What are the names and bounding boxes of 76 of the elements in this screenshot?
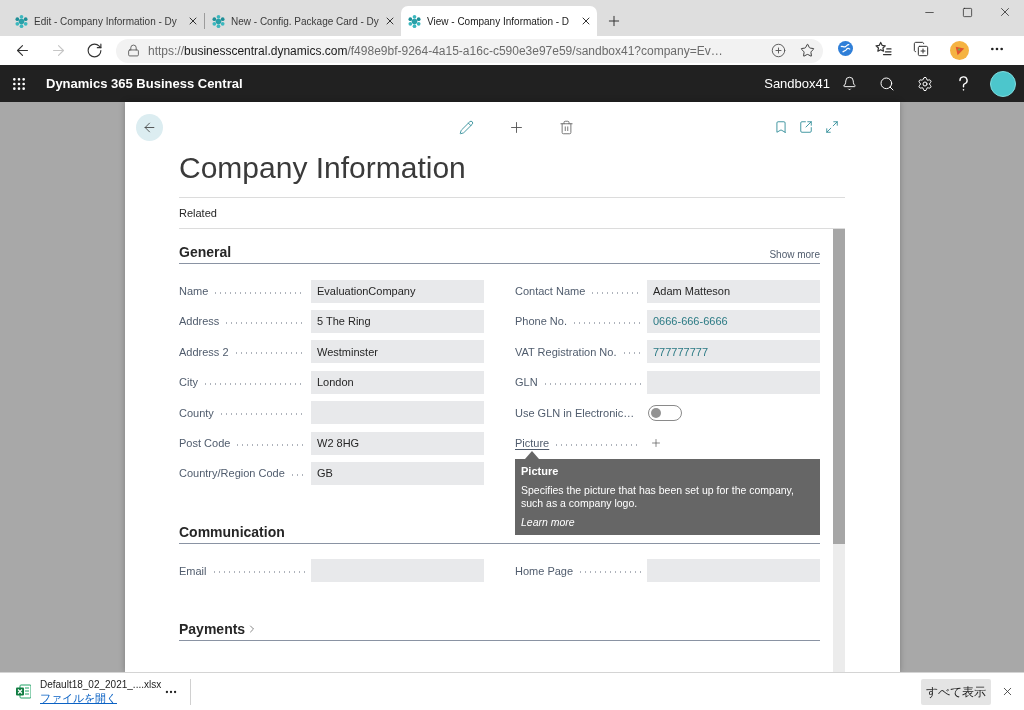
field-label: GLN [515,375,538,391]
section-header[interactable]: Payments [179,619,259,640]
notifications-icon[interactable] [841,76,857,91]
plus-circle-icon[interactable] [771,43,786,58]
app-launcher-icon[interactable] [11,75,27,92]
text-field[interactable]: London [311,370,484,394]
spreadsheet-file-icon [16,684,31,699]
app-logo-icon [15,14,28,28]
text-field[interactable]: 5 The Ring [311,310,484,334]
text-field[interactable]: Adam Matteson [647,279,820,303]
close-tab-icon[interactable] [384,15,396,27]
download-file-name: Default18_02_2021_....xlsx [40,677,162,691]
expand-icon[interactable] [825,120,839,134]
field-label: Address 2 [179,344,229,360]
browser-tab[interactable]: View - Company Information - D [401,6,597,36]
app-logo-icon [212,14,225,28]
text-field[interactable]: EvaluationCompany [311,279,484,303]
text-field[interactable]: 0666-666-6666 [647,310,820,334]
tooltip-text: Specifies the picture that has been set up for the company, such as a company logo. [521,483,795,510]
favorites-list-icon[interactable] [874,41,892,56]
text-field[interactable]: 777777777 [647,340,820,364]
globe-icon[interactable] [837,41,853,56]
new-tab-icon[interactable] [606,13,622,29]
browser-tab[interactable]: New - Config. Package Card - Dy [205,6,401,36]
lock-icon[interactable] [127,44,140,57]
address-field[interactable]: https://businesscentral.dynamics.com/f498e9bf-9264-4a15-a16c-c590e3e97e59/sandbox41?company=Ev… [116,38,823,63]
field-label: Country/Region Code [179,466,285,482]
share-icon[interactable] [799,120,813,134]
delete-icon[interactable] [558,119,574,135]
scrollbar-thumb[interactable] [833,229,845,544]
add-picture-icon[interactable] [650,437,662,450]
help-icon[interactable] [957,75,969,92]
field-label: Email [179,563,207,579]
profile-icon[interactable] [949,41,969,60]
toggle-switch[interactable] [648,404,682,421]
field-label: County [179,405,214,421]
learn-more-link[interactable]: Learn more [521,514,575,529]
tooltip-title: Picture [521,463,559,479]
field-label: Use GLN in Electronic… [515,405,635,421]
text-field[interactable]: W2 8HG [311,431,484,455]
search-icon[interactable] [879,75,895,92]
browser-tab[interactable]: Edit - Company Information - Dy [8,6,204,36]
field-label: Post Code [179,435,231,451]
text-field[interactable]: Westminster [311,340,484,364]
show-all-button[interactable]: すべて表示 [921,678,991,705]
close-tab-icon[interactable] [580,15,592,27]
close-icon[interactable] [998,5,1012,19]
settings-icon[interactable] [917,75,933,92]
show-more-link[interactable]: Show more [769,248,820,262]
maximize-icon[interactable] [961,6,973,18]
app-title[interactable]: Dynamics 365 Business Central [46,73,243,94]
avatar-icon[interactable] [990,70,1016,97]
field-label: Phone No. [515,314,567,330]
text-field[interactable]: GB [311,462,484,486]
section-header[interactable]: Communication [179,521,285,542]
environment-name[interactable]: Sandbox41 [764,73,830,94]
open-file-link[interactable]: ファイルを開く [40,690,117,706]
edit-icon[interactable] [458,119,474,135]
field-label: Contact Name [515,283,586,299]
section-header[interactable]: General [179,242,232,262]
collections-icon[interactable] [913,41,929,57]
favorite-star-icon[interactable] [800,43,815,58]
field-label: City [179,375,198,391]
close-icon[interactable] [1001,685,1014,698]
page-title: Company Information [179,150,466,186]
refresh-icon[interactable] [85,42,103,59]
field-label: Address [179,314,220,330]
field-label: VAT Registration No. [515,344,617,360]
field-label[interactable]: Picture [515,434,550,452]
related-menu[interactable]: Related [179,204,217,222]
field-label: Home Page [515,563,574,579]
field-label: Name [179,283,209,299]
scrollbar-track[interactable] [833,229,845,672]
app-logo-icon [408,14,421,28]
back-button[interactable] [136,113,163,141]
close-tab-icon[interactable] [187,15,199,27]
